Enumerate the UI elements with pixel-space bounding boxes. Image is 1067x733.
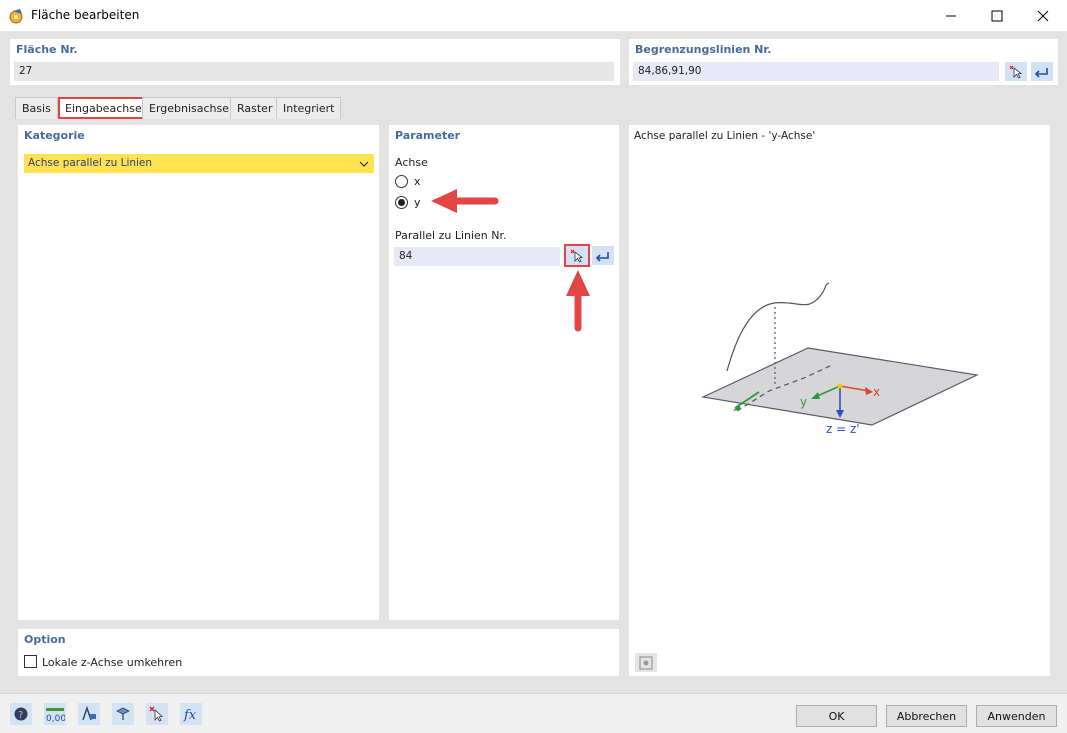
select-cursor-icon (149, 706, 163, 722)
parameter-title: Parameter (395, 129, 461, 142)
minimize-button[interactable] (928, 0, 974, 31)
dimension-button[interactable] (78, 703, 100, 725)
tab-ergebnisachsen[interactable]: Ergebnisachsen (142, 97, 244, 119)
apply-button[interactable]: Anwenden (976, 705, 1057, 727)
radio-y[interactable] (395, 196, 408, 209)
svg-text:?: ? (18, 710, 23, 721)
parameter-panel (389, 125, 619, 620)
display-icon (116, 707, 130, 720)
annotation-arrow-up-icon (566, 270, 590, 332)
category-panel (18, 125, 379, 620)
category-title: Kategorie (24, 129, 85, 142)
ok-button[interactable]: OK (796, 705, 877, 727)
reverse-z-axis-label: Lokale z-Achse umkehren (42, 656, 183, 669)
return-arrow-icon (1034, 67, 1048, 78)
pick-button-highlight (564, 244, 590, 267)
tab-basis[interactable]: Basis (15, 97, 58, 119)
close-button[interactable] (1020, 0, 1066, 31)
title-bar: Fläche bearbeiten (0, 0, 1067, 32)
preview-diagram: x y z = z' (700, 282, 980, 436)
axis-label: Achse (395, 156, 428, 169)
boundary-lines-input[interactable]: 84,86,91,90 (633, 62, 999, 81)
x-axis-label: x (873, 385, 880, 399)
return-arrow-icon (595, 251, 609, 262)
formula-button[interactable]: fx (180, 703, 202, 725)
axis-option-x[interactable]: x (395, 175, 421, 188)
display-button[interactable] (112, 703, 134, 725)
category-dropdown[interactable]: Achse parallel zu Linien (24, 154, 374, 173)
radio-x[interactable] (395, 175, 408, 188)
help-button[interactable]: ? (10, 703, 32, 725)
annotation-arrow-left-icon (431, 189, 499, 213)
z-axis-label: z = z' (826, 422, 860, 436)
option-title: Option (24, 633, 66, 646)
close-icon (1037, 10, 1049, 21)
view-icon (639, 656, 653, 669)
parallel-lines-label: Parallel zu Linien Nr. (395, 229, 507, 242)
function-icon: fx (183, 708, 197, 722)
surface-number-label: Fläche Nr. (16, 43, 78, 56)
parallel-lines-return-button[interactable] (592, 246, 614, 265)
footer-bar: ? 0,00 fx OK Abbrechen Anwenden (0, 693, 1067, 733)
dimension-icon (82, 706, 96, 721)
svg-text:fx: fx (183, 708, 197, 722)
axis-option-x-label: x (414, 175, 421, 188)
preview-options-button[interactable] (635, 653, 657, 672)
number-format-button[interactable]: 0,00 (44, 703, 66, 725)
surface-number-field: 27 (14, 62, 614, 81)
pick-cursor-icon (1009, 65, 1023, 79)
select-button[interactable] (146, 703, 168, 725)
decimal-icon: 0,00 (46, 708, 65, 722)
pick-boundary-lines-button[interactable] (1005, 62, 1027, 81)
boundary-lines-return-button[interactable] (1031, 62, 1053, 81)
app-icon (9, 9, 23, 24)
axis-option-y[interactable]: y (395, 196, 421, 209)
svg-text:0,00: 0,00 (46, 714, 65, 722)
maximize-button[interactable] (974, 0, 1020, 31)
chevron-down-icon (359, 161, 369, 167)
parallel-lines-input[interactable]: 84 (394, 247, 560, 266)
maximize-icon (991, 10, 1003, 21)
axis-option-y-label: y (414, 196, 421, 209)
boundary-lines-label: Begrenzungslinien Nr. (635, 43, 772, 56)
window-title: Fläche bearbeiten (31, 8, 140, 22)
reverse-z-axis-checkbox[interactable] (24, 655, 37, 668)
help-icon: ? (14, 707, 28, 721)
tab-raster[interactable]: Raster (230, 97, 280, 119)
y-axis-label: y (800, 395, 807, 409)
minimize-icon (946, 15, 956, 16)
cancel-button[interactable]: Abbrechen (886, 705, 967, 727)
tab-integriert[interactable]: Integriert (276, 97, 342, 119)
category-selected: Achse parallel zu Linien (28, 157, 153, 169)
